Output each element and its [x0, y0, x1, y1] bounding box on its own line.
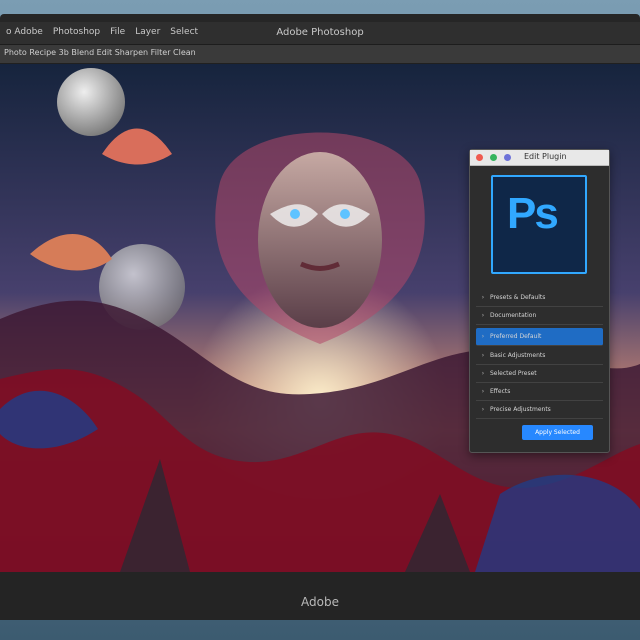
- chevron-icon: ›: [481, 352, 485, 359]
- maximize-dot-icon[interactable]: [504, 154, 511, 161]
- eye-left-icon: [290, 209, 300, 219]
- panel-item-label: Preferred Default: [490, 333, 542, 340]
- panel-item-label: Basic Adjustments: [490, 352, 546, 359]
- chevron-icon: ›: [481, 333, 485, 340]
- chevron-icon: ›: [481, 406, 485, 413]
- panel-item-effects[interactable]: › Effects: [476, 383, 603, 401]
- presets-row[interactable]: › Presets & Defaults: [476, 289, 603, 307]
- options-toolbar: Photo Recipe 3b Blend Edit Sharpen Filte…: [0, 45, 640, 64]
- photoshop-logo: Ps: [491, 175, 587, 274]
- panel-item-precise[interactable]: › Precise Adjustments: [476, 401, 603, 419]
- panel-item-selected-preset[interactable]: › Selected Preset: [476, 365, 603, 383]
- plugin-panel: Edit Plugin Ps › Presets & Defaults › Do…: [469, 149, 610, 453]
- documentation-row[interactable]: › Documentation: [476, 307, 603, 325]
- app-titlebar: o Adobe Photoshop File Layer Select Adob…: [0, 22, 640, 45]
- apply-button[interactable]: Apply Selected: [522, 425, 593, 440]
- panel-item-preferred[interactable]: › Preferred Default: [476, 328, 603, 346]
- window-title: Adobe Photoshop: [276, 27, 364, 38]
- screen-frame: o Adobe Photoshop File Layer Select Adob…: [0, 0, 640, 640]
- panel-item-label: Precise Adjustments: [490, 406, 551, 413]
- documentation-label: Documentation: [490, 312, 537, 319]
- panel-titlebar: Edit Plugin: [470, 150, 609, 166]
- panel-item-basic[interactable]: › Basic Adjustments: [476, 347, 603, 365]
- panel-item-label: Effects: [490, 388, 511, 395]
- panel-title: Edit Plugin: [524, 152, 567, 161]
- chevron-icon: ›: [481, 312, 485, 319]
- presets-label: Presets & Defaults: [490, 294, 546, 301]
- eye-right-icon: [340, 209, 350, 219]
- toolbar-text[interactable]: Photo Recipe 3b Blend Edit Sharpen Filte…: [4, 48, 196, 57]
- minimize-dot-icon[interactable]: [490, 154, 497, 161]
- panel-item-label: Selected Preset: [490, 370, 537, 377]
- ps-logo-text: Ps: [507, 189, 559, 238]
- close-dot-icon[interactable]: [476, 154, 483, 161]
- brand-label: Adobe: [301, 595, 339, 609]
- chevron-icon: ›: [481, 294, 485, 301]
- chevron-icon: ›: [481, 388, 485, 395]
- moon-icon: [57, 68, 125, 136]
- face-figure: [258, 152, 382, 328]
- chevron-icon: ›: [481, 370, 485, 377]
